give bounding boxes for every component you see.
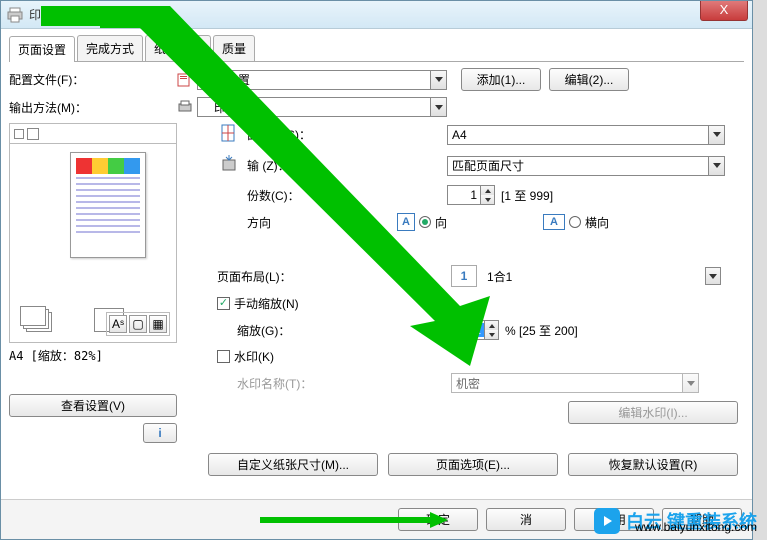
copies-range: [1 至 999] bbox=[501, 187, 553, 204]
add-profile-button[interactable]: 添加(1)... bbox=[461, 68, 541, 91]
ok-button[interactable]: 确定 bbox=[398, 508, 478, 531]
scale-value: 82 bbox=[452, 323, 484, 337]
manual-scale-checkbox[interactable] bbox=[217, 297, 230, 310]
watermark-name-value: 机密 bbox=[452, 375, 682, 392]
chevron-down-icon bbox=[682, 374, 698, 392]
page-layout-value: 1合1 bbox=[483, 268, 705, 285]
edit-profile-button[interactable]: 编辑(2)... bbox=[549, 68, 629, 91]
manual-scale-label: 手动缩放(N) bbox=[234, 295, 299, 312]
scale-down[interactable] bbox=[485, 330, 498, 339]
output-to-label: 输 (Z)： bbox=[247, 157, 337, 174]
brand-url: www.baiyunxitong.com bbox=[635, 520, 757, 534]
copies-up[interactable] bbox=[481, 186, 494, 195]
brand-logo-icon bbox=[594, 508, 620, 534]
scale-label: 缩放(G)： bbox=[237, 322, 327, 339]
restore-defaults-button[interactable]: 恢复默认设置(R) bbox=[568, 453, 738, 476]
profile-value: 默认设置 bbox=[198, 71, 430, 88]
preview-square-icon bbox=[14, 129, 24, 139]
watermark-label: 水印(K) bbox=[234, 348, 274, 365]
print-preferences-window: 印首选项 X 页面设置 完成方式 纸张来源 质量 配置文件(F)： 默认设置 添… bbox=[0, 0, 753, 540]
profile-icon bbox=[177, 72, 193, 88]
layout-tile-icon: 1 bbox=[451, 265, 477, 287]
chevron-down-icon[interactable] bbox=[430, 98, 446, 116]
preview-mode-2[interactable]: ▢ bbox=[129, 315, 147, 333]
custom-paper-button[interactable]: 自定义纸张尺寸(M)... bbox=[208, 453, 378, 476]
preview-scale-text: A4 [缩放：82%] bbox=[9, 347, 197, 364]
scale-range: % [25 至 200] bbox=[505, 322, 578, 339]
chevron-down-icon[interactable] bbox=[705, 267, 721, 285]
output-method-combo[interactable]: 印 bbox=[197, 97, 447, 117]
copies-value: 1 bbox=[448, 188, 480, 202]
copies-spinner[interactable]: 1 bbox=[447, 185, 495, 205]
profile-combo[interactable]: 默认设置 bbox=[197, 70, 447, 90]
profile-label: 配置文件(F)： bbox=[9, 71, 89, 88]
preview-page-icon bbox=[27, 128, 39, 140]
chevron-down-icon[interactable] bbox=[708, 157, 724, 175]
portrait-radio[interactable] bbox=[419, 216, 431, 228]
tab-finishing[interactable]: 完成方式 bbox=[77, 35, 143, 61]
output-to-value: 匹配页面尺寸 bbox=[448, 157, 708, 174]
page-size-value: A4 bbox=[448, 128, 708, 142]
annotation-bar bbox=[41, 6, 109, 26]
preview-mode-icons: Aˢ ▢ ▦ bbox=[106, 312, 170, 336]
view-settings-button[interactable]: 查看设置(V) bbox=[9, 394, 177, 417]
page-size-combo[interactable]: A4 bbox=[447, 125, 725, 145]
output-to-icon bbox=[217, 154, 241, 177]
chevron-down-icon[interactable] bbox=[708, 126, 724, 144]
portrait-label: 向 bbox=[435, 214, 453, 231]
watermark-name-label: 水印名称(T)： bbox=[237, 375, 327, 392]
titlebar: 印首选项 X bbox=[1, 1, 752, 29]
scale-up[interactable] bbox=[485, 321, 498, 330]
output-method-value: 印 bbox=[198, 99, 430, 116]
orientation-label: 方向 bbox=[247, 214, 337, 231]
cancel-button[interactable]: 消 bbox=[486, 508, 566, 531]
watermark-checkbox[interactable] bbox=[217, 350, 230, 363]
page-layout-combo[interactable]: 1合1 bbox=[483, 266, 721, 286]
portrait-icon: A bbox=[397, 213, 415, 231]
edit-watermark-button: 编辑水印(I)... bbox=[568, 401, 738, 424]
info-button[interactable]: i bbox=[143, 423, 177, 443]
landscape-label: 横向 bbox=[585, 214, 609, 231]
scale-spinner[interactable]: 82 bbox=[451, 320, 499, 340]
watermark-name-combo: 机密 bbox=[451, 373, 699, 393]
tab-strip: 页面设置 完成方式 纸张来源 质量 bbox=[9, 35, 744, 62]
printer-icon bbox=[7, 7, 23, 23]
printer-small-icon bbox=[177, 99, 193, 115]
tab-page-setup[interactable]: 页面设置 bbox=[9, 36, 75, 62]
close-button[interactable]: X bbox=[700, 1, 748, 21]
page-size-icon bbox=[217, 123, 241, 146]
preview-page-thumb bbox=[70, 152, 146, 258]
preview-stack-icon bbox=[20, 306, 54, 332]
copies-label: 份数(C)： bbox=[247, 187, 337, 204]
preview-mode-1[interactable]: Aˢ bbox=[109, 315, 127, 333]
chevron-down-icon[interactable] bbox=[430, 71, 446, 89]
preview-mode-3[interactable]: ▦ bbox=[149, 315, 167, 333]
landscape-icon: A bbox=[543, 214, 565, 230]
page-layout-label: 页面布局(L)： bbox=[217, 268, 331, 285]
preview-panel: Aˢ ▢ ▦ bbox=[9, 123, 177, 343]
page-options-button[interactable]: 页面选项(E)... bbox=[388, 453, 558, 476]
tab-quality[interactable]: 质量 bbox=[213, 35, 255, 61]
copies-down[interactable] bbox=[481, 195, 494, 204]
page-size-label: 面尺寸(S)： bbox=[247, 126, 337, 143]
output-to-combo[interactable]: 匹配页面尺寸 bbox=[447, 156, 725, 176]
output-method-label: 输出方法(M)： bbox=[9, 99, 89, 116]
landscape-radio[interactable] bbox=[569, 216, 581, 228]
tab-paper-source[interactable]: 纸张来源 bbox=[145, 35, 211, 61]
